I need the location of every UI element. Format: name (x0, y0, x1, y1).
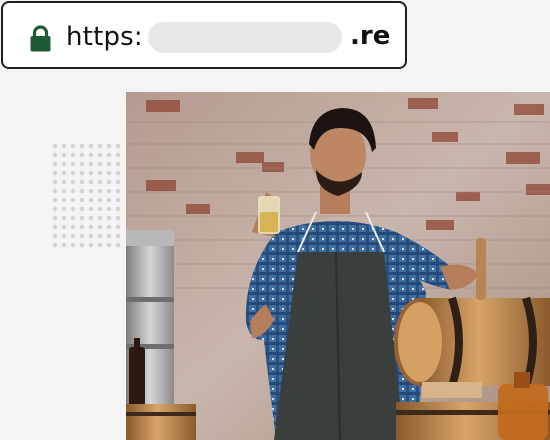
url-tld: .re (350, 21, 391, 51)
address-bar[interactable]: https: .re (1, 1, 407, 69)
decorative-dot-grid (51, 142, 123, 250)
man-tasting-beer-photo (126, 92, 550, 440)
lock-icon (30, 25, 51, 52)
url-scheme: https: (66, 22, 143, 52)
url-domain-redacted (148, 22, 342, 53)
